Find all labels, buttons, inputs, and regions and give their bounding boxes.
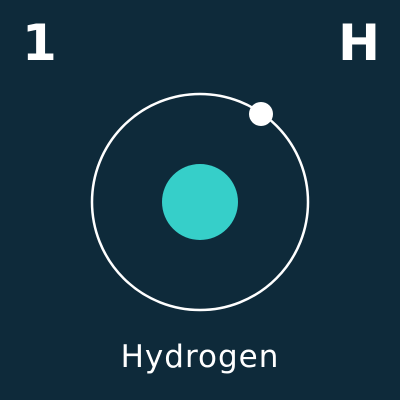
atomic-number: 1 xyxy=(22,14,57,72)
electron-icon xyxy=(249,102,273,126)
element-symbol: H xyxy=(338,14,380,72)
element-card: 1 H Hydrogen xyxy=(0,0,400,400)
element-name: Hydrogen xyxy=(120,339,280,375)
nucleus-icon xyxy=(162,164,238,240)
